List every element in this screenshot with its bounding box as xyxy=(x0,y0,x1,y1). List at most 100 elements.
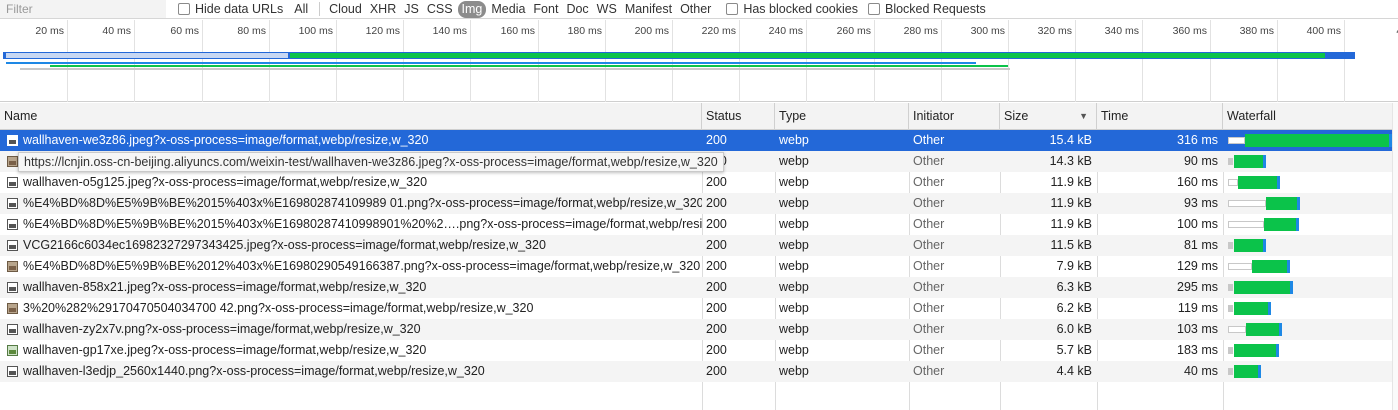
table-row[interactable]: wallhaven-gp17xe.jpeg?x-oss-process=imag… xyxy=(0,340,1392,361)
table-row[interactable]: %E4%BD%8D%E5%9B%BE%2012%403x%E1698029054… xyxy=(0,256,1392,277)
type-filter-cloud[interactable]: Cloud xyxy=(326,1,365,18)
request-status: 200 xyxy=(706,196,727,210)
type-filter-all[interactable]: All xyxy=(291,1,311,18)
request-name: wallhaven-858x21.jpeg?x-oss-process=imag… xyxy=(23,280,427,294)
column-header-waterfall[interactable]: Waterfall xyxy=(1223,103,1392,130)
type-filter-other[interactable]: Other xyxy=(677,1,714,18)
request-type: webp xyxy=(779,196,809,210)
timeline-tick-label: 40 ms xyxy=(102,25,131,37)
column-header-initiator[interactable]: Initiator xyxy=(909,103,1000,130)
request-time: 81 ms xyxy=(1183,238,1218,252)
vertical-scrollbar[interactable] xyxy=(1392,103,1398,410)
timeline-tick-label: 340 ms xyxy=(1104,25,1139,37)
overview-line xyxy=(50,65,1008,67)
request-time: 295 ms xyxy=(1177,280,1218,294)
timeline-tick xyxy=(1008,20,1009,102)
table-row[interactable]: VCG2166c6034ec16982327297343425.jpeg?x-o… xyxy=(0,235,1392,256)
waterfall-download xyxy=(1234,344,1276,357)
table-header: Name Status Type Initiator Size ▼ Time W… xyxy=(0,103,1398,130)
waterfall-download xyxy=(1246,323,1279,336)
timeline-tick-label: 300 ms xyxy=(970,25,1005,37)
requests-table: wallhaven-we3z86.jpeg?x-oss-process=imag… xyxy=(0,130,1398,410)
blocked-requests-checkbox[interactable] xyxy=(867,3,880,15)
request-type: webp xyxy=(779,364,809,378)
overview-line xyxy=(6,62,976,64)
request-status: 200 xyxy=(706,280,727,294)
table-row[interactable]: wallhaven-l3edjp_2560x1440.png?x-oss-pro… xyxy=(0,361,1392,382)
waterfall-bar xyxy=(1223,193,1392,214)
type-filter-manifest[interactable]: Manifest xyxy=(622,1,675,18)
hide-data-urls-checkbox[interactable] xyxy=(178,3,190,15)
request-size: 5.7 kB xyxy=(1056,343,1092,357)
timeline-tick xyxy=(134,20,135,102)
request-size: 15.4 kB xyxy=(1049,133,1092,147)
table-row[interactable]: wallhaven-o5g125.jpeg?x-oss-process=imag… xyxy=(0,172,1392,193)
request-name: %E4%BD%8D%E5%9B%BE%2015%403x%E1698028741… xyxy=(23,196,702,210)
table-row[interactable]: 3%20%282%29170470504034700 42.png?x-oss-… xyxy=(0,298,1392,319)
table-row[interactable]: %E4%BD%8D%E5%9B%BE%2015%403x%E1698028741… xyxy=(0,214,1392,235)
overview-download-bar xyxy=(290,53,1325,58)
timeline-tick xyxy=(1277,20,1278,102)
timeline-tick-label: 60 ms xyxy=(170,25,199,37)
request-size: 6.0 kB xyxy=(1056,322,1092,336)
type-filter-doc[interactable]: Doc xyxy=(563,1,591,18)
request-initiator: Other xyxy=(913,175,945,189)
table-row[interactable]: wallhaven-858x21.jpeg?x-oss-process=imag… xyxy=(0,277,1392,298)
waterfall-queue xyxy=(1228,305,1233,312)
table-row[interactable]: wallhaven-zy2x7v.png?x-oss-process=image… xyxy=(0,319,1392,340)
table-row[interactable]: %E4%BD%8D%E5%9B%BE%2015%403x%E1698028741… xyxy=(0,193,1392,214)
waterfall-bar xyxy=(1223,361,1392,382)
type-filter-js[interactable]: JS xyxy=(401,1,422,18)
waterfall-waiting xyxy=(1228,221,1264,228)
request-time: 129 ms xyxy=(1177,259,1218,273)
timeline-tick xyxy=(1075,20,1076,102)
overview-timeline[interactable]: 20 ms 40 ms 60 ms 80 ms 100 ms 120 ms 140 ms 16… xyxy=(0,20,1398,102)
hide-data-urls-toggle[interactable]: Hide data URLs xyxy=(178,0,283,19)
type-filter-img[interactable]: Img xyxy=(457,0,487,18)
column-header-status[interactable]: Status xyxy=(702,103,775,130)
timeline-tick-label: 20 ms xyxy=(35,25,64,37)
type-filter-css[interactable]: CSS xyxy=(424,1,456,18)
timeline-tick-label: 240 ms xyxy=(768,25,803,37)
type-filter-media[interactable]: Media xyxy=(488,1,528,18)
filter-input[interactable] xyxy=(0,0,166,18)
waterfall-tail xyxy=(1297,197,1300,210)
request-status: 200 xyxy=(706,238,727,252)
overview-wait-bar xyxy=(6,53,288,58)
timeline-tick xyxy=(806,20,807,102)
request-type: webp xyxy=(779,259,809,273)
request-size: 4.4 kB xyxy=(1056,364,1092,378)
table-row[interactable]: wallhaven-we3z86.jpeg?x-oss-process=imag… xyxy=(0,130,1392,151)
timeline-tick xyxy=(336,20,337,102)
type-filter-ws[interactable]: WS xyxy=(594,1,620,18)
request-size: 7.9 kB xyxy=(1056,259,1092,273)
column-header-time[interactable]: Time xyxy=(1097,103,1223,130)
request-type: webp xyxy=(779,280,809,294)
timeline-tick-label: 120 ms xyxy=(365,25,400,37)
timeline-tick-label: 80 ms xyxy=(237,25,266,37)
blocked-requests-toggle[interactable]: Blocked Requests xyxy=(867,0,986,19)
request-size: 11.9 kB xyxy=(1050,196,1092,210)
request-size: 6.3 kB xyxy=(1056,280,1092,294)
timeline-tick xyxy=(470,20,471,102)
has-blocked-cookies-toggle[interactable]: Has blocked cookies xyxy=(726,0,858,19)
request-status: 200 xyxy=(706,364,727,378)
has-blocked-cookies-checkbox[interactable] xyxy=(726,3,739,15)
waterfall-tail xyxy=(1279,323,1282,336)
request-status: 200 xyxy=(706,343,727,357)
request-initiator: Other xyxy=(913,280,945,294)
request-size: 11.5 kB xyxy=(1050,238,1092,252)
column-header-name[interactable]: Name xyxy=(0,103,702,130)
column-header-type[interactable]: Type xyxy=(775,103,909,130)
timeline-tick-label: 220 ms xyxy=(701,25,736,37)
type-filter-font[interactable]: Font xyxy=(530,1,561,18)
type-filter-separator xyxy=(319,2,321,16)
waterfall-tail xyxy=(1287,260,1290,273)
waterfall-bar xyxy=(1223,151,1392,172)
request-size: 11.9 kB xyxy=(1050,175,1092,189)
waterfall-bar xyxy=(1223,130,1392,151)
timeline-tick-label: 320 ms xyxy=(1037,25,1072,37)
waterfall-queue xyxy=(1228,158,1233,165)
type-filter-xhr[interactable]: XHR xyxy=(367,1,399,18)
column-header-size[interactable]: Size ▼ xyxy=(1000,103,1097,130)
